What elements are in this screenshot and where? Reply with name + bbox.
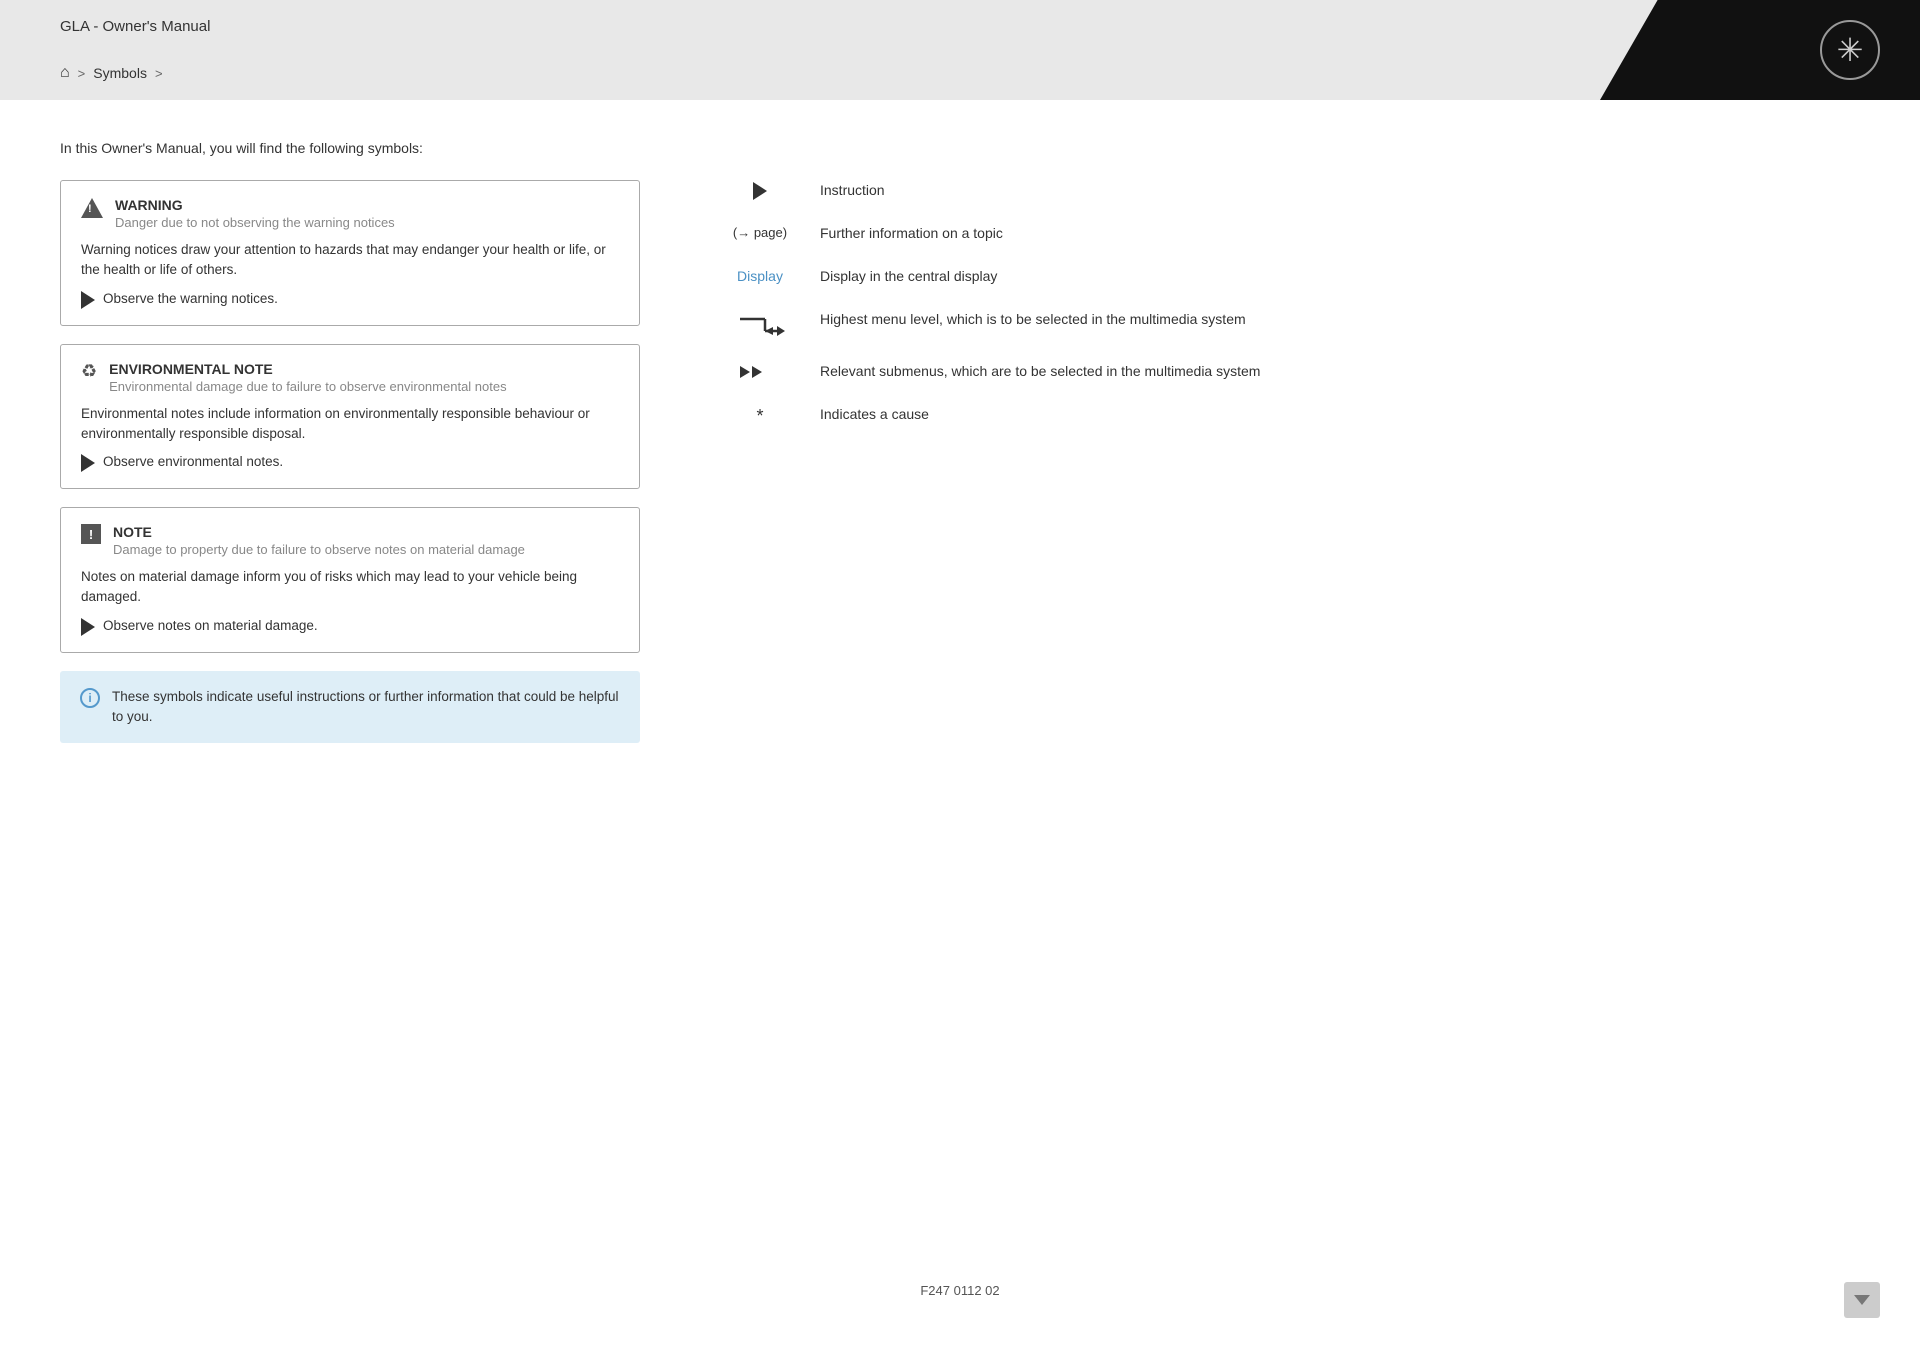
scroll-down-arrow-icon: [1854, 1295, 1870, 1305]
mercedes-logo: ✳: [1820, 20, 1880, 80]
warning-action: Observe the warning notices.: [81, 291, 619, 309]
env-action: Observe environmental notes.: [81, 454, 619, 472]
action-arrow-icon-2: [81, 454, 95, 472]
breadcrumb-separator-1: >: [78, 66, 86, 81]
info-icon: i: [80, 688, 100, 708]
warning-icon: [81, 197, 103, 219]
action-arrow-icon: [81, 291, 95, 309]
env-icon: ♻: [81, 361, 97, 382]
note-action-text: Observe notes on material damage.: [103, 618, 318, 633]
note-body: Notes on material damage inform you of r…: [81, 567, 619, 608]
env-title-group: ENVIRONMENTAL NOTE Environmental damage …: [109, 361, 506, 394]
note-box: ! NOTE Damage to property due to failure…: [60, 507, 640, 653]
symbol-table: Instruction (→ page) Further information…: [720, 180, 1860, 427]
action-arrow-icon-3: [81, 618, 95, 636]
symbol-row-submenus: Relevant submenus, which are to be selec…: [720, 361, 1860, 382]
warning-subtitle: Danger due to not observing the warning …: [115, 215, 395, 230]
cause-desc: Indicates a cause: [820, 404, 1860, 425]
footer-text: F247 0112 02: [920, 1283, 999, 1298]
info-text: These symbols indicate useful instructio…: [112, 687, 620, 728]
symbol-row-display: Display Display in the central display: [720, 266, 1860, 287]
home-icon[interactable]: ⌂: [60, 64, 70, 82]
note-icon: !: [81, 524, 101, 544]
cause-icon-cell: *: [720, 404, 800, 427]
note-title-group: NOTE Damage to property due to failure t…: [113, 524, 525, 557]
scroll-down-button[interactable]: [1844, 1282, 1880, 1318]
logo-area: ✳: [1600, 0, 1920, 100]
app-title: GLA - Owner's Manual: [60, 18, 210, 35]
warning-header: WARNING Danger due to not observing the …: [81, 197, 619, 230]
menu-level-desc: Highest menu level, which is to be selec…: [820, 309, 1860, 330]
warning-title: WARNING: [115, 197, 395, 213]
further-info-desc: Further information on a topic: [820, 223, 1860, 244]
warning-body: Warning notices draw your attention to h…: [81, 240, 619, 281]
right-column: Instruction (→ page) Further information…: [700, 180, 1860, 449]
symbol-row-further-info: (→ page) Further information on a topic: [720, 223, 1860, 244]
content-area: In this Owner's Manual, you will find th…: [0, 100, 1920, 1358]
instruction-play-icon: [753, 182, 767, 200]
two-column-layout: WARNING Danger due to not observing the …: [60, 180, 1860, 743]
breadcrumb: ⌂ > Symbols >: [60, 64, 163, 82]
display-icon-cell: Display: [720, 266, 800, 284]
left-column: WARNING Danger due to not observing the …: [60, 180, 640, 743]
note-subtitle: Damage to property due to failure to obs…: [113, 542, 525, 557]
intro-text: In this Owner's Manual, you will find th…: [60, 140, 1860, 156]
note-action: Observe notes on material damage.: [81, 618, 619, 636]
warning-action-text: Observe the warning notices.: [103, 291, 278, 306]
env-header: ♻ ENVIRONMENTAL NOTE Environmental damag…: [81, 361, 619, 394]
display-icon-text: Display: [737, 268, 783, 284]
asterisk-icon: *: [756, 406, 763, 427]
menu-level-icon-cell: [720, 309, 800, 339]
further-info-icon-cell: (→ page): [720, 223, 800, 240]
submenus-icon-cell: [720, 361, 800, 381]
breadcrumb-separator-2: >: [155, 66, 163, 81]
bent-arrow-icon: [735, 311, 785, 339]
double-arrow-icon: [740, 363, 780, 381]
info-box: i These symbols indicate useful instruct…: [60, 671, 640, 744]
env-subtitle: Environmental damage due to failure to o…: [109, 379, 506, 394]
submenus-desc: Relevant submenus, which are to be selec…: [820, 361, 1860, 382]
instruction-desc: Instruction: [820, 180, 1860, 201]
note-title: NOTE: [113, 524, 525, 540]
further-info-icon-text: (→ page): [733, 225, 787, 240]
warning-title-group: WARNING Danger due to not observing the …: [115, 197, 395, 230]
env-action-text: Observe environmental notes.: [103, 454, 283, 469]
symbol-row-cause: * Indicates a cause: [720, 404, 1860, 427]
instruction-icon-cell: [720, 180, 800, 200]
env-title: ENVIRONMENTAL NOTE: [109, 361, 506, 377]
warning-box: WARNING Danger due to not observing the …: [60, 180, 640, 326]
env-body: Environmental notes include information …: [81, 404, 619, 445]
symbol-row-menu-level: Highest menu level, which is to be selec…: [720, 309, 1860, 339]
environmental-box: ♻ ENVIRONMENTAL NOTE Environmental damag…: [60, 344, 640, 490]
breadcrumb-symbols[interactable]: Symbols: [93, 65, 147, 81]
symbol-row-instruction: Instruction: [720, 180, 1860, 201]
note-header: ! NOTE Damage to property due to failure…: [81, 524, 619, 557]
footer: F247 0112 02: [60, 1243, 1860, 1298]
display-desc: Display in the central display: [820, 266, 1860, 287]
header: GLA - Owner's Manual ⌂ > Symbols > ✳: [0, 0, 1920, 100]
